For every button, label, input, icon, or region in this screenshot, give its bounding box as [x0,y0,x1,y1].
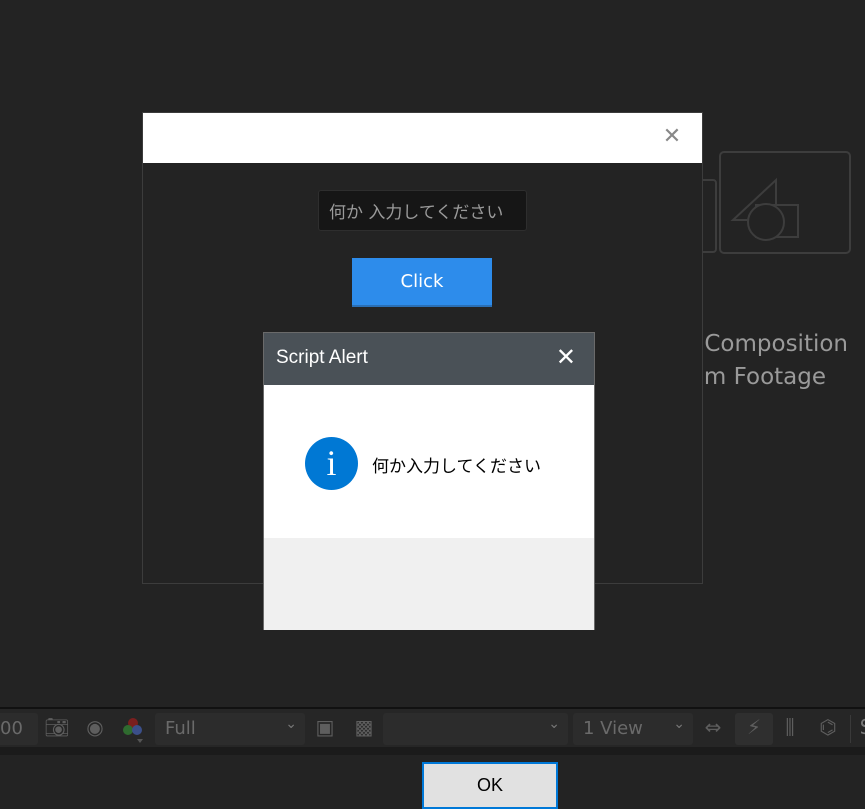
ok-button[interactable]: OK [422,762,558,809]
color-channels-icon[interactable] [122,717,148,745]
chevron-down-icon: ⌄ [548,716,560,732]
alert-message: 何か入力してください [372,457,541,477]
timeline-icon[interactable]: ⫼ [776,715,804,739]
close-icon[interactable]: ✕ [556,345,576,371]
panel-titlebar: ✕ [143,113,702,163]
chevron-down-icon: ⌄ [285,716,297,732]
transparency-grid-icon[interactable]: ▩ [350,715,378,739]
alert-titlebar: Script Alert ✕ [264,333,594,385]
magnification-value: 00 [0,718,23,739]
info-icon: i [305,437,358,490]
new-composition-illustration [691,151,851,254]
resolution-dropdown[interactable]: Full ⌄ [155,713,305,745]
flowchart-icon[interactable]: ⌬ [814,715,842,739]
viewer-toolbar: 00 📷︎ ◉ Full ⌄ ▣ ▩ ⌄ 1 View ⌄ ⇔ ⚡︎ ⫼ ⌬ S [0,707,865,747]
view-layout-dropdown[interactable]: 1 View ⌄ [573,713,693,745]
lightning-icon: ⚡︎ [746,715,762,739]
show-snapshot-icon[interactable]: ◉ [81,715,109,739]
fast-previews-button[interactable]: ⚡︎ [735,713,773,745]
magnification-field[interactable]: 00 [0,713,38,745]
script-alert-dialog: Script Alert ✕ i 何か入力してください OK [263,332,595,809]
resolution-value: Full [165,718,196,739]
new-composition-link[interactable]: y Composition [683,331,848,357]
text-input[interactable] [318,190,527,231]
region-of-interest-icon[interactable]: ▣ [311,715,339,739]
view-layout-value: 1 View [583,718,643,739]
toolbar-divider [850,715,851,743]
chevron-down-icon: ⌄ [673,716,685,732]
from-footage-link[interactable]: om Footage [690,364,826,390]
alert-footer: OK [264,538,594,809]
click-button[interactable]: Click [352,258,492,307]
camera-snapshot-icon[interactable]: 📷︎ [43,715,71,739]
camera-dropdown[interactable]: ⌄ [383,713,568,745]
toolbar-bottom-strip [0,747,865,755]
alert-title: Script Alert [276,347,368,368]
close-icon[interactable]: ✕ [662,126,682,148]
toggle-pixel-aspect-icon[interactable]: ⇔ [699,715,727,739]
toolbar-cut-item[interactable]: S [852,715,865,739]
